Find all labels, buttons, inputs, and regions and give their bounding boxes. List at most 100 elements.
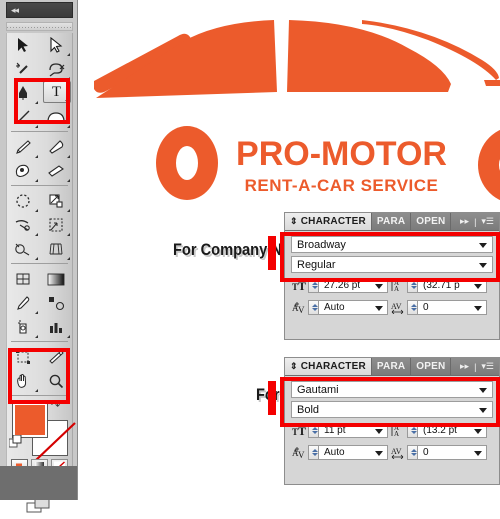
kerning-combo[interactable]: Auto	[319, 300, 388, 315]
double-chevron-right-icon[interactable]: ▸▸	[460, 216, 469, 227]
chevron-down-icon[interactable]	[375, 451, 383, 456]
tracking-icon: AV	[390, 299, 407, 316]
default-fill-stroke-icon[interactable]	[8, 434, 22, 453]
artboard-tool[interactable]	[7, 345, 40, 369]
font-style-select[interactable]: Regular	[291, 256, 493, 273]
tracking-stepper[interactable]	[407, 445, 418, 460]
car-silhouette-icon[interactable]	[78, 8, 500, 103]
direct-selection-tool[interactable]	[40, 33, 73, 57]
fill-stroke-swatches[interactable]: ↷	[7, 399, 76, 462]
panel-tabs[interactable]: ⇕ CHARACTER PARA OPEN ▸▸ | ▾☰	[285, 358, 499, 376]
leading-combo[interactable]: (13.2 pt	[418, 423, 487, 438]
font-family-select[interactable]: Broadway	[291, 236, 493, 253]
font-size-field[interactable]: TT 11 pt	[291, 422, 388, 439]
panel-grip-icon[interactable]	[6, 22, 73, 31]
font-size-combo[interactable]: 11 pt	[319, 423, 388, 438]
chevron-down-icon[interactable]	[375, 429, 383, 434]
leading-value: (32.71 p	[423, 280, 460, 291]
screen-mode-button[interactable]	[26, 498, 51, 514]
slice-tool[interactable]	[40, 345, 73, 369]
eraser-tool[interactable]	[40, 159, 73, 183]
kerning-stepper[interactable]	[308, 300, 319, 315]
chevron-down-icon[interactable]	[479, 388, 487, 393]
zoom-tool[interactable]	[40, 369, 73, 393]
tools-panel-titlebar[interactable]: ◂◂	[6, 2, 73, 18]
double-chevron-right-icon[interactable]: ▸▸	[460, 361, 469, 372]
chevron-down-icon[interactable]	[474, 306, 482, 311]
tracking-stepper[interactable]	[407, 300, 418, 315]
eyedropper-tool[interactable]	[7, 291, 40, 315]
character-panel-tagline[interactable]: ⇕ CHARACTER PARA OPEN ▸▸ | ▾☰ Gautami Bo…	[284, 357, 500, 485]
panel-menu-icon[interactable]: ▾☰	[481, 361, 494, 372]
tracking-field[interactable]: AV 0	[390, 299, 487, 316]
logo-tagline[interactable]: RENT-A-CAR SERVICE	[204, 177, 479, 194]
shape-tool[interactable]	[40, 105, 73, 129]
leading-field[interactable]: AA (32.71 p	[390, 277, 487, 294]
chevron-down-icon[interactable]	[474, 429, 482, 434]
chevron-down-icon[interactable]	[479, 263, 487, 268]
kerning-combo[interactable]: Auto	[319, 445, 388, 460]
tools-divider	[11, 263, 68, 264]
tracking-field[interactable]: AV 0	[390, 444, 487, 461]
symbol-sprayer-tool[interactable]	[7, 315, 40, 339]
rotate-tool[interactable]	[7, 189, 40, 213]
tab-character[interactable]: ⇕ CHARACTER	[285, 358, 372, 375]
column-graph-tool[interactable]	[40, 315, 73, 339]
leading-stepper[interactable]	[407, 423, 418, 438]
leading-field[interactable]: AA (13.2 pt	[390, 422, 487, 439]
free-transform-tool[interactable]	[40, 213, 73, 237]
double-arrow-left-icon[interactable]: ◂◂	[11, 6, 19, 15]
chevron-down-icon[interactable]	[474, 451, 482, 456]
chevron-down-icon[interactable]	[479, 243, 487, 248]
magic-wand-tool[interactable]	[7, 57, 40, 81]
font-size-stepper[interactable]	[308, 278, 319, 293]
panel-tabs[interactable]: ⇕ CHARACTER PARA OPEN ▸▸ | ▾☰	[285, 213, 499, 231]
mesh-tool[interactable]	[7, 267, 40, 291]
font-size-stepper[interactable]	[308, 423, 319, 438]
font-size-field[interactable]: TT 27.26 pt	[291, 277, 388, 294]
orange-ring-right[interactable]	[478, 126, 500, 204]
tracking-combo[interactable]: 0	[418, 300, 487, 315]
blob-brush-tool[interactable]	[7, 159, 40, 183]
leading-stepper[interactable]	[407, 278, 418, 293]
tools-panel[interactable]: ◂◂ T ↷	[0, 0, 78, 513]
font-family-select[interactable]: Gautami	[291, 381, 493, 398]
pencil-tool[interactable]	[40, 135, 73, 159]
gradient-tool[interactable]	[40, 267, 73, 291]
lasso-tool[interactable]	[40, 57, 73, 81]
kerning-stepper[interactable]	[308, 445, 319, 460]
logo-company-name[interactable]: PRO-MOTOR	[204, 137, 479, 171]
chevron-down-icon[interactable]	[474, 284, 482, 289]
leading-combo[interactable]: (32.71 p	[418, 278, 487, 293]
tab-opentype[interactable]: OPEN	[411, 358, 452, 375]
hand-tool[interactable]	[7, 369, 40, 393]
tab-paragraph[interactable]: PARA	[372, 213, 412, 230]
scale-tool[interactable]	[40, 189, 73, 213]
tool-group-corner-icon	[67, 335, 70, 338]
type-tool[interactable]: T	[42, 81, 71, 103]
selection-tool[interactable]	[7, 33, 40, 57]
shape-builder-tool[interactable]	[7, 237, 40, 261]
tool-group-corner-icon	[67, 257, 70, 260]
font-size-combo[interactable]: 27.26 pt	[319, 278, 388, 293]
kerning-field[interactable]: AV Auto	[291, 444, 388, 461]
kerning-field[interactable]: AV Auto	[291, 299, 388, 316]
tab-character[interactable]: ⇕ CHARACTER	[285, 213, 372, 230]
perspective-grid-tool[interactable]	[40, 237, 73, 261]
swap-fill-stroke-icon[interactable]: ↷	[51, 399, 60, 412]
paintbrush-tool[interactable]	[7, 135, 40, 159]
line-segment-tool[interactable]	[7, 105, 40, 129]
panel-menu-icon[interactable]: ▾☰	[481, 216, 494, 227]
chevron-down-icon[interactable]	[479, 408, 487, 413]
blend-tool[interactable]	[40, 291, 73, 315]
width-tool[interactable]	[7, 213, 40, 237]
pen-tool[interactable]	[7, 81, 40, 105]
chevron-down-icon[interactable]	[375, 284, 383, 289]
character-panel-company[interactable]: ⇕ CHARACTER PARA OPEN ▸▸ | ▾☰ Broadway R…	[284, 212, 500, 340]
chevron-down-icon[interactable]	[375, 306, 383, 311]
tab-opentype[interactable]: OPEN	[411, 213, 452, 230]
tab-paragraph[interactable]: PARA	[372, 358, 412, 375]
font-style-select[interactable]: Bold	[291, 401, 493, 418]
fill-swatch[interactable]	[12, 402, 48, 438]
tracking-combo[interactable]: 0	[418, 445, 487, 460]
